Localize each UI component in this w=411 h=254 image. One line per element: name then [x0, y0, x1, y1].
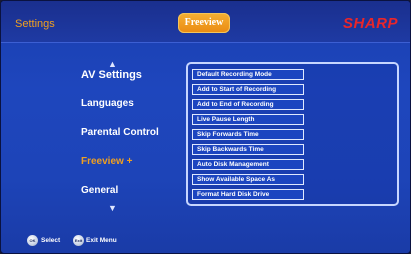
ok-button-icon: OK: [27, 235, 38, 246]
option-live-pause-length[interactable]: Live Pause Length: [192, 114, 304, 125]
brand-logo: SHARP: [342, 15, 398, 32]
menu-item-general[interactable]: General: [81, 185, 118, 196]
select-hint: Select: [41, 237, 61, 244]
scroll-down-icon[interactable]: ▼: [108, 204, 117, 213]
options-panel: Default Recording Mode Add to Start of R…: [186, 62, 399, 206]
menu-item-languages[interactable]: Languages: [81, 98, 134, 109]
option-format-hard-disk[interactable]: Format Hard Disk Drive: [192, 189, 304, 200]
option-add-to-start[interactable]: Add to Start of Recording: [192, 84, 304, 95]
scroll-up-icon[interactable]: ▲: [108, 60, 117, 69]
menu-item-av-settings[interactable]: AV Settings: [81, 69, 142, 81]
option-default-recording-mode[interactable]: Default Recording Mode: [192, 69, 304, 80]
menu-item-freeview-plus[interactable]: Freeview +: [81, 156, 132, 167]
option-auto-disk-management[interactable]: Auto Disk Management: [192, 159, 304, 170]
settings-screen: Settings Freeview SHARP ▲ AV Settings La…: [0, 0, 411, 254]
option-skip-forwards-time[interactable]: Skip Forwards Time: [192, 129, 304, 140]
option-add-to-end[interactable]: Add to End of Recording: [192, 99, 304, 110]
exit-menu-hint: Exit Menu: [86, 237, 117, 244]
header-bar: Settings Freeview SHARP: [1, 1, 410, 43]
option-show-available-space[interactable]: Show Available Space As: [192, 174, 304, 185]
option-skip-backwards-time[interactable]: Skip Backwards Time: [192, 144, 304, 155]
footer-bar: OK Select Exit Exit Menu: [1, 231, 410, 253]
menu-item-parental-control[interactable]: Parental Control: [81, 127, 159, 138]
page-title: Settings: [15, 18, 55, 30]
exit-button-icon: Exit: [73, 235, 84, 246]
freeview-logo: Freeview: [178, 13, 230, 33]
